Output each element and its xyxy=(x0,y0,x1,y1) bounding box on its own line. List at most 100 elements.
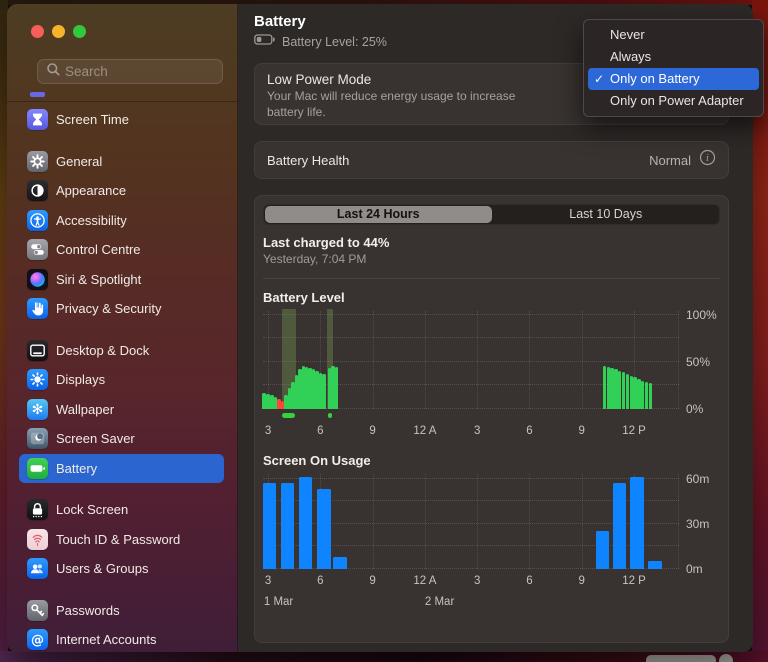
sidebar-item-label: Desktop & Dock xyxy=(56,342,150,358)
search-input[interactable] xyxy=(65,64,185,79)
close-button[interactable] xyxy=(31,25,44,38)
sidebar-item-screen-saver[interactable]: Screen Saver xyxy=(19,424,224,453)
date-labels: 1 Mar 2 Mar xyxy=(263,596,679,610)
chart-bar xyxy=(641,380,645,409)
menu-item-label: Only on Power Adapter xyxy=(610,93,744,108)
sidebar-item-displays[interactable]: Displays xyxy=(19,365,224,394)
sidebar-item-touch-id-password[interactable]: Touch ID & Password xyxy=(19,525,224,554)
cutoff-help-button[interactable] xyxy=(719,654,733,662)
x-axis-tick: 12 A xyxy=(413,425,437,437)
tab-last-24-hours[interactable]: Last 24 Hours xyxy=(265,206,492,223)
cutoff-button[interactable] xyxy=(646,655,716,662)
siri-icon xyxy=(27,268,48,290)
sidebar-item-label: Displays xyxy=(56,372,106,387)
screen-on-usage-chart: 60m 30m 0m 3 6 9 12 A 3 6 9 12 P 1 Mar 2 Mar xyxy=(262,472,728,610)
wallpaper-icon: ✻ xyxy=(27,398,48,420)
window-controls xyxy=(31,25,86,38)
desktop-dock-icon xyxy=(27,339,48,361)
x-axis-tick: 3 xyxy=(473,575,481,587)
menu-item-only-on-battery[interactable]: ✓ Only on Battery xyxy=(588,68,759,90)
v-gridline xyxy=(424,474,426,569)
sidebar-item-siri-spotlight[interactable]: Siri & Spotlight xyxy=(19,265,224,294)
chart-bar xyxy=(648,561,662,569)
search-field[interactable] xyxy=(37,59,223,84)
screen-saver-icon xyxy=(27,428,48,449)
search-icon xyxy=(46,62,60,81)
v-gridline xyxy=(529,311,531,409)
chart-bar xyxy=(333,556,347,569)
sidebar-item-internet-accounts[interactable]: @ Internet Accounts xyxy=(19,625,224,652)
screen-on-usage-chart-title: Screen On Usage xyxy=(263,453,371,468)
info-icon[interactable]: i xyxy=(699,149,716,171)
usage-history-card: Last 24 Hours Last 10 Days Last charged … xyxy=(254,195,729,643)
internet-accounts-icon: @ xyxy=(27,629,48,650)
tab-last-10-days[interactable]: Last 10 Days xyxy=(493,205,720,224)
sidebar-item-label: Lock Screen xyxy=(56,502,129,517)
battery-level-chart: 100% 50% 0% 3 6 9 12 A 3 6 9 12 P xyxy=(262,308,728,439)
plot-area xyxy=(262,474,679,569)
chart-bar xyxy=(621,372,626,409)
sidebar-item-label: Screen Time xyxy=(56,112,129,127)
x-axis-tick: 6 xyxy=(526,425,533,437)
last-charged-time: Yesterday, 7:04 PM xyxy=(263,252,367,266)
history-range-segmented-control: Last 24 Hours Last 10 Days xyxy=(263,204,720,225)
menu-item-never[interactable]: Never xyxy=(588,24,759,46)
sidebar-item-lock-screen[interactable]: Lock Screen xyxy=(19,495,224,524)
svg-text:i: i xyxy=(706,153,709,164)
sidebar-group: Lock Screen Touch ID & Password Users & Gr… xyxy=(19,495,224,583)
menu-item-label: Never xyxy=(610,27,645,42)
chart-bar xyxy=(334,366,339,409)
chart-area: 60m 30m 0m xyxy=(262,472,728,576)
sidebar-item-general[interactable]: General xyxy=(19,147,224,176)
passwords-icon xyxy=(27,599,48,621)
y-axis-label: 30m xyxy=(686,516,710,531)
sidebar-item-label: Accessibility xyxy=(56,212,127,228)
sidebar-item-wallpaper[interactable]: ✻ Wallpaper xyxy=(19,395,224,424)
sidebar-item-accessibility[interactable]: Accessibility xyxy=(19,206,224,235)
v-gridline xyxy=(477,474,479,569)
displays-icon xyxy=(27,369,48,390)
x-axis-tick: 9 xyxy=(578,575,585,587)
screen-time-icon xyxy=(27,109,48,130)
menu-item-only-on-power-adapter[interactable]: Only on Power Adapter xyxy=(588,90,759,112)
h-gridline xyxy=(263,477,679,479)
chart-bar xyxy=(648,382,653,409)
zoom-button[interactable] xyxy=(73,25,86,38)
x-axis-tick: 6 xyxy=(526,575,533,587)
sidebar-item-label: Appearance xyxy=(56,183,127,198)
sidebar-item-users-groups[interactable]: Users & Groups xyxy=(19,554,224,583)
last-charged-title: Last charged to 44% xyxy=(263,235,390,250)
sidebar-group: General Appearance Accessibility Control Ce… xyxy=(19,147,224,324)
chart-bar xyxy=(618,371,622,409)
sidebar-group: Screen Time xyxy=(19,105,224,134)
chart-bar xyxy=(317,489,331,569)
v-gridline xyxy=(424,311,426,409)
battery-health-value: Normal xyxy=(649,152,691,168)
sidebar-item-screen-time[interactable]: Screen Time xyxy=(19,105,224,134)
chart-bar xyxy=(630,477,644,569)
sidebar-item-passwords[interactable]: Passwords xyxy=(19,596,224,625)
sidebar-item-battery[interactable]: Battery xyxy=(19,453,224,483)
sidebar-item-control-centre[interactable]: Control Centre xyxy=(19,235,224,264)
low-power-mode-description: Your Mac will reduce energy usage to inc… xyxy=(267,89,516,119)
battery-status-icon xyxy=(254,33,276,51)
general-icon xyxy=(27,150,48,172)
accessibility-icon xyxy=(27,209,48,231)
x-axis-tick: 12 P xyxy=(622,425,646,437)
touch-id-icon xyxy=(27,528,48,550)
sidebar-item-label: Control Centre xyxy=(56,242,141,257)
users-groups-icon xyxy=(27,558,48,579)
chart-bar xyxy=(644,381,649,409)
menu-item-always[interactable]: Always xyxy=(588,46,759,68)
minimize-button[interactable] xyxy=(52,25,65,38)
charging-marker xyxy=(281,413,296,418)
chart-bar xyxy=(602,365,607,409)
y-axis-label: 50% xyxy=(686,354,711,369)
sidebar-item-privacy-security[interactable]: Privacy & Security xyxy=(19,294,224,323)
sidebar-item-appearance[interactable]: Appearance xyxy=(19,176,224,205)
chart-bar xyxy=(298,369,302,409)
x-axis-tick: 9 xyxy=(578,425,585,437)
sidebar-item-desktop-dock[interactable]: Desktop & Dock xyxy=(19,336,224,365)
y-axis-labels: 60m 30m 0m xyxy=(679,472,728,576)
x-axis-tick: 6 xyxy=(317,425,324,437)
